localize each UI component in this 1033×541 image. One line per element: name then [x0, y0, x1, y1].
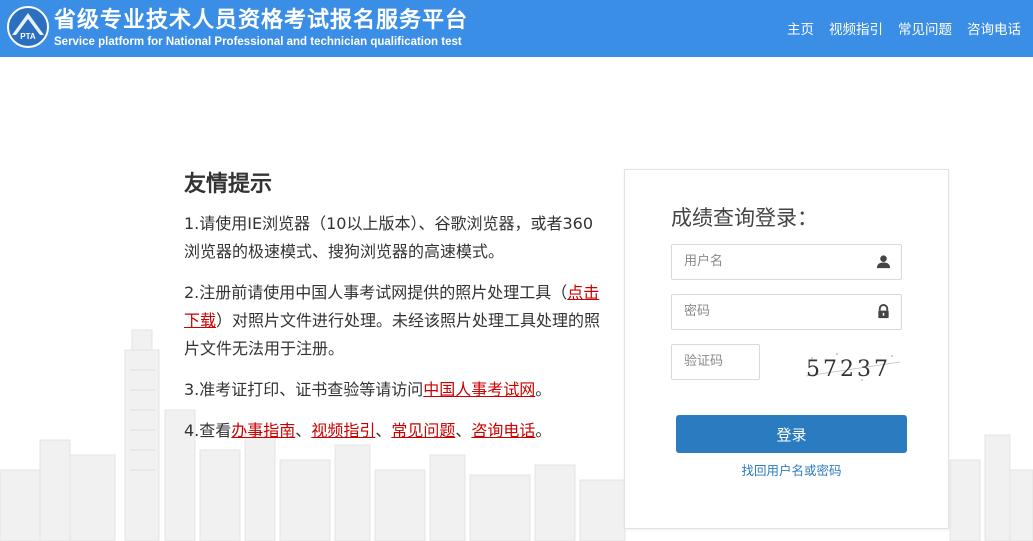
site-title: 省级专业技术人员资格考试报名服务平台	[54, 8, 469, 33]
guide-link[interactable]: 办事指南	[231, 421, 295, 440]
nav-faq[interactable]: 常见问题	[898, 18, 952, 38]
video-guide-link[interactable]: 视频指引	[311, 421, 375, 440]
separator: 、	[455, 421, 472, 440]
notice-text: 。	[535, 421, 552, 440]
notice-text: 。	[535, 380, 552, 399]
friendly-notice: 友情提示 1.请使用IE浏览器（10以上版本）、谷歌浏览器，或者360浏览器的极…	[184, 166, 604, 458]
logo-text: PTA	[20, 32, 36, 41]
notice-item-browser: 1.请使用IE浏览器（10以上版本）、谷歌浏览器，或者360浏览器的极速模式、搜…	[184, 214, 593, 261]
top-nav: 主页 视频指引 常见问题 咨询电话	[787, 18, 1021, 38]
captcha-text: 57237	[806, 357, 891, 382]
forgot-credentials-link[interactable]: 找回用户名或密码	[676, 460, 907, 479]
password-input[interactable]	[672, 295, 864, 327]
separator: 、	[295, 421, 312, 440]
captcha-field	[671, 344, 760, 380]
notice-text: 4.查看	[184, 421, 232, 440]
notice-heading: 友情提示	[184, 172, 273, 197]
lock-icon	[878, 304, 889, 319]
nav-home[interactable]: 主页	[787, 18, 814, 38]
pta-logo-icon: PTA	[7, 6, 49, 48]
captcha-image[interactable]: 57237	[802, 350, 906, 386]
faq-link[interactable]: 常见问题	[391, 421, 455, 440]
login-panel: 成绩查询登录： 57237 登录 找回用户名或密码	[624, 169, 949, 529]
cpta-site-link[interactable]: 中国人事考试网	[423, 380, 535, 399]
username-input[interactable]	[672, 245, 864, 277]
site-subtitle-en: Service platform for National Profession…	[54, 36, 462, 48]
top-header: PTA 省级专业技术人员资格考试报名服务平台 Service platform …	[0, 0, 1033, 57]
notice-text: 3.准考证打印、证书查验等请访问	[184, 380, 424, 399]
notice-text: 2.注册前请使用中国人事考试网提供的照片处理工具（	[184, 283, 568, 302]
user-icon	[876, 255, 891, 269]
nav-video-guide[interactable]: 视频指引	[829, 18, 883, 38]
login-title: 成绩查询登录：	[671, 206, 818, 230]
separator: 、	[375, 421, 392, 440]
notice-item-photo-tool: 2.注册前请使用中国人事考试网提供的照片处理工具（点击下载）对照片文件进行处理。…	[184, 279, 604, 363]
notice-item-admission: 3.准考证打印、证书查验等请访问中国人事考试网。	[184, 376, 604, 404]
password-field	[671, 294, 902, 330]
notice-text: ）对照片文件进行处理。未经该照片处理工具处理的照片文件无法用于注册。	[184, 311, 601, 358]
nav-contact-phone[interactable]: 咨询电话	[967, 18, 1021, 38]
notice-item-links: 4.查看办事指南、视频指引、常见问题、咨询电话。	[184, 417, 604, 445]
contact-phone-link[interactable]: 咨询电话	[471, 421, 535, 440]
captcha-input[interactable]	[672, 345, 756, 377]
login-button[interactable]: 登录	[676, 415, 907, 453]
username-field	[671, 244, 902, 280]
